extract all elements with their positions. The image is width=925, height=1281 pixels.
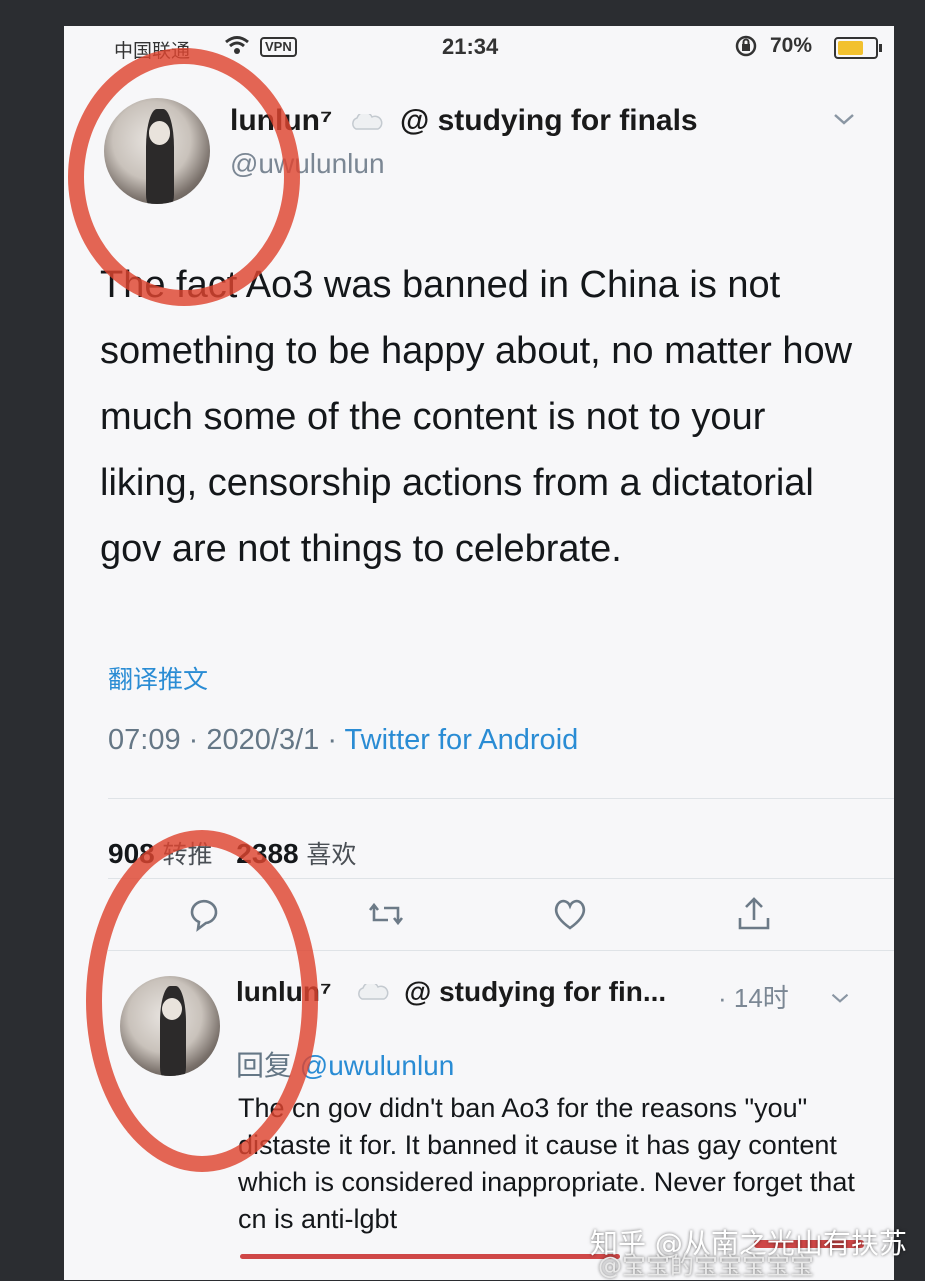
status-bar: 中国联通 VPN 21:34 70% bbox=[64, 26, 894, 70]
tweet-stats: 908 转推 2388 喜欢 bbox=[108, 835, 372, 871]
tweet-meta: 07:09 · 2020/3/1 · Twitter for Android bbox=[108, 724, 578, 757]
divider bbox=[108, 878, 894, 879]
translate-tweet-link[interactable]: 翻译推文 bbox=[108, 660, 208, 696]
share-icon[interactable] bbox=[734, 894, 774, 934]
lock-rotation-icon bbox=[734, 34, 758, 64]
user-status: @ studying for finals bbox=[400, 104, 698, 137]
cloud-icon bbox=[352, 114, 383, 130]
status-time: 21:34 bbox=[442, 34, 499, 59]
cloud-icon bbox=[358, 984, 389, 1000]
divider bbox=[108, 950, 894, 951]
user-handle[interactable]: @uwulunlun bbox=[230, 148, 385, 180]
reply-text: The cn gov didn't ban Ao3 for the reason… bbox=[238, 1093, 855, 1234]
reply-icon[interactable] bbox=[184, 894, 224, 934]
reply-to-line: 回复 @uwulunlun bbox=[236, 1044, 454, 1084]
tweet-text: The fact Ao3 was banned in China is not … bbox=[100, 264, 853, 570]
reply-time-ago: · 14时 bbox=[718, 983, 789, 1013]
likes-label[interactable]: 喜欢 bbox=[306, 840, 356, 869]
phone-screen: 中国联通 VPN 21:34 70% lunlun⁷ @ studying fo… bbox=[64, 26, 894, 1280]
tweet-source[interactable]: Twitter for Android bbox=[345, 724, 579, 756]
likes-count[interactable]: 2388 bbox=[236, 838, 298, 869]
avatar[interactable] bbox=[120, 976, 220, 1076]
tweet-time: 07:09 bbox=[108, 724, 181, 756]
battery-icon bbox=[834, 37, 882, 59]
annotation-underline bbox=[240, 1254, 620, 1259]
retweet-icon[interactable] bbox=[366, 894, 406, 934]
meta-separator: · bbox=[188, 724, 199, 756]
divider bbox=[108, 798, 894, 799]
retweets-count[interactable]: 908 bbox=[108, 838, 155, 869]
tweet-date: 2020/3/1 bbox=[206, 724, 320, 756]
reply-user-status: @ studying for fin... bbox=[404, 976, 667, 1007]
vpn-badge: VPN bbox=[260, 37, 297, 57]
reply-label: 回复 bbox=[236, 1049, 293, 1082]
reply-to-handle[interactable]: @uwulunlun bbox=[300, 1050, 455, 1081]
meta-separator: · bbox=[327, 724, 337, 756]
chevron-down-icon[interactable] bbox=[830, 984, 850, 1012]
retweets-label[interactable]: 转推 bbox=[163, 840, 213, 869]
weibo-watermark: @宝宝的宝宝宝宝宝 bbox=[598, 1252, 814, 1280]
battery-percent: 70% bbox=[770, 34, 813, 57]
reply-display-name[interactable]: lunlun⁷ bbox=[236, 976, 332, 1008]
like-icon[interactable] bbox=[550, 894, 590, 934]
chevron-down-icon[interactable] bbox=[832, 106, 856, 134]
display-name[interactable]: lunlun⁷ bbox=[230, 104, 332, 138]
carrier-label: 中国联通 bbox=[114, 40, 191, 62]
avatar[interactable] bbox=[104, 98, 210, 204]
wifi-icon bbox=[224, 34, 250, 62]
